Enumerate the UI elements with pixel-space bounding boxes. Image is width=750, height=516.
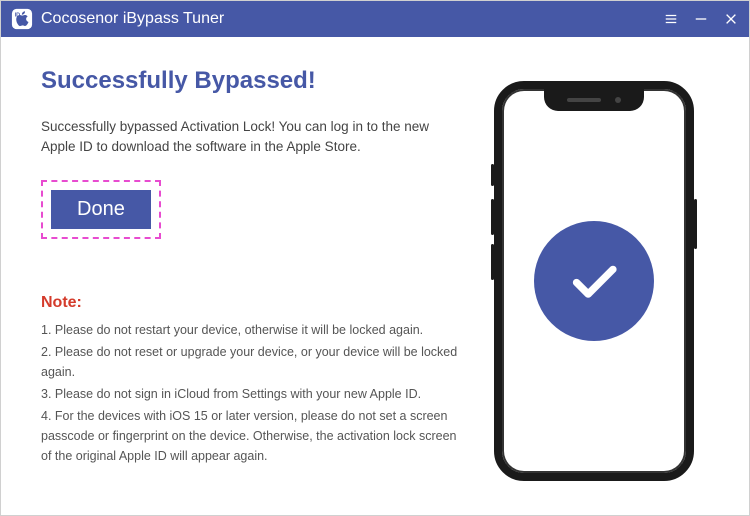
app-window: ID Cocosenor iBypass Tuner Successfully …: [0, 0, 750, 516]
success-checkmark-icon: [534, 221, 654, 341]
phone-notch: [544, 89, 644, 111]
phone-mockup: [494, 81, 694, 481]
app-title: Cocosenor iBypass Tuner: [41, 10, 663, 28]
phone-side-button: [694, 199, 697, 249]
success-description: Successfully bypassed Activation Lock! Y…: [41, 117, 441, 158]
minimize-icon[interactable]: [693, 11, 709, 27]
titlebar-controls: [663, 11, 739, 27]
left-panel: Successfully Bypassed! Successfully bypa…: [41, 67, 479, 495]
phone-camera: [615, 97, 621, 103]
done-button-highlight: Done: [41, 180, 161, 239]
phone-side-button: [491, 164, 494, 186]
svg-text:ID: ID: [15, 12, 21, 18]
page-heading: Successfully Bypassed!: [41, 67, 459, 95]
app-logo-icon: ID: [11, 8, 33, 30]
menu-icon[interactable]: [663, 11, 679, 27]
note-section: Note: 1. Please do not restart your devi…: [41, 294, 459, 466]
close-icon[interactable]: [723, 11, 739, 27]
note-item: 2. Please do not reset or upgrade your d…: [41, 342, 459, 382]
titlebar: ID Cocosenor iBypass Tuner: [1, 1, 749, 37]
done-button[interactable]: Done: [51, 190, 151, 229]
note-item: 3. Please do not sign in iCloud from Set…: [41, 384, 459, 404]
note-title: Note:: [41, 294, 459, 312]
note-list: 1. Please do not restart your device, ot…: [41, 320, 459, 466]
phone-side-button: [491, 199, 494, 235]
note-item: 1. Please do not restart your device, ot…: [41, 320, 459, 340]
phone-side-button: [491, 244, 494, 280]
right-panel: [479, 67, 709, 495]
note-item: 4. For the devices with iOS 15 or later …: [41, 406, 459, 466]
content-area: Successfully Bypassed! Successfully bypa…: [1, 37, 749, 515]
phone-speaker: [567, 98, 601, 102]
